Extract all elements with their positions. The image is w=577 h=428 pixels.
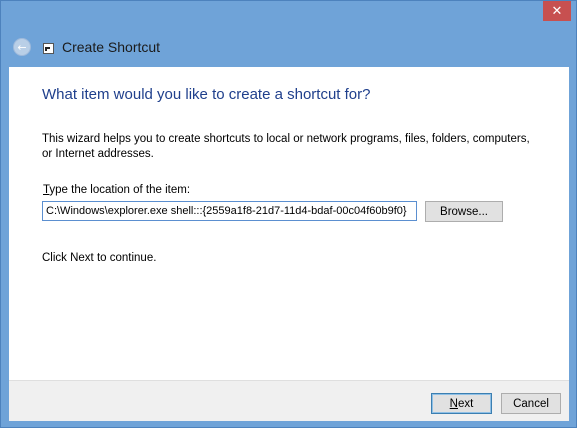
back-button[interactable]: ← bbox=[13, 38, 31, 56]
shortcut-icon bbox=[43, 43, 54, 54]
cancel-button[interactable]: Cancel bbox=[501, 393, 561, 414]
title-bar[interactable]: ✕ ← Create Shortcut bbox=[1, 1, 576, 67]
continue-instruction: Click Next to continue. bbox=[42, 252, 157, 264]
next-button[interactable]: Next bbox=[431, 393, 492, 414]
location-label-text: ype the location of the item: bbox=[49, 184, 191, 196]
close-icon: ✕ bbox=[551, 3, 563, 19]
window-title: Create Shortcut bbox=[62, 39, 161, 55]
browse-button[interactable]: Browse... bbox=[425, 201, 503, 222]
page-heading: What item would you like to create a sho… bbox=[42, 86, 371, 103]
browse-button-label: Browse... bbox=[440, 205, 488, 218]
wizard-page: What item would you like to create a sho… bbox=[9, 67, 569, 380]
next-button-label: ext bbox=[457, 397, 474, 410]
location-input[interactable] bbox=[42, 201, 417, 221]
cancel-button-label: Cancel bbox=[513, 397, 549, 410]
next-button-mnemonic: N bbox=[449, 397, 458, 410]
wizard-footer: Next Cancel bbox=[9, 380, 569, 421]
wizard-description: This wizard helps you to create shortcut… bbox=[42, 133, 530, 160]
close-button[interactable]: ✕ bbox=[543, 1, 571, 21]
create-shortcut-window: ✕ ← Create Shortcut What item would you … bbox=[0, 0, 577, 428]
wizard-header: ← Create Shortcut bbox=[13, 37, 160, 57]
back-arrow-icon: ← bbox=[17, 40, 27, 54]
location-label: Type the location of the item: bbox=[43, 184, 190, 196]
